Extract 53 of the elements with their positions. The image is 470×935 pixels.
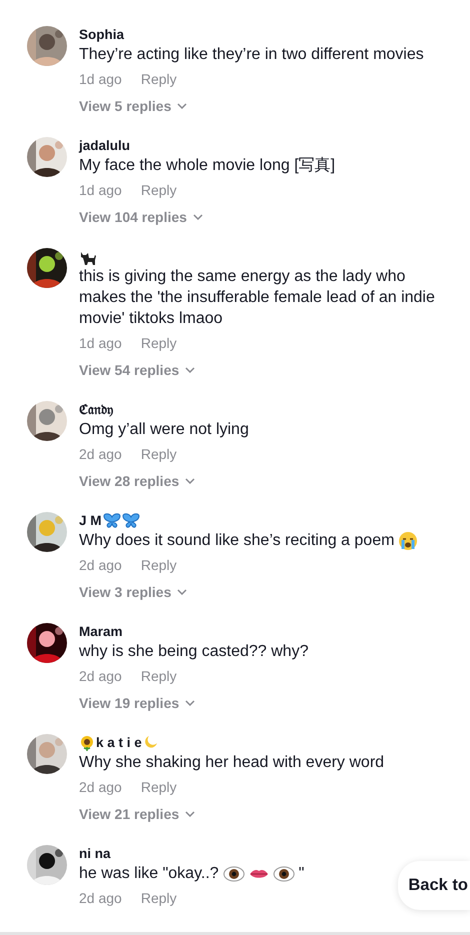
chevron-down-icon [185, 478, 196, 484]
timestamp: 1d ago [79, 70, 122, 88]
view-replies-link[interactable]: View 21 replies [79, 805, 180, 823]
timestamp: 2d ago [79, 556, 122, 574]
timestamp: 2d ago [79, 889, 122, 907]
eye-icon [222, 866, 245, 882]
username: k a t i e [96, 734, 142, 752]
timestamp: 1d ago [79, 181, 122, 199]
username: jadalulu [79, 137, 130, 155]
butterfly-icon [102, 513, 121, 529]
username: J M [79, 512, 102, 530]
username: ℭ𝔞𝔫𝔡𝔶 [79, 401, 113, 419]
view-replies-link[interactable]: View 3 replies [79, 583, 172, 601]
reply-link[interactable]: Reply [140, 778, 177, 796]
eye-icon [272, 866, 295, 882]
comment-text: Why she shaking her head with every word [79, 753, 386, 773]
chevron-down-icon [185, 700, 196, 706]
comment-text: why is she being casted?? why? [79, 642, 310, 662]
reply-link[interactable]: Reply [140, 556, 177, 574]
timestamp: 2d ago [79, 445, 122, 463]
view-replies-link[interactable]: View 28 replies [79, 472, 180, 490]
reply-link[interactable]: Reply [140, 334, 177, 352]
reply-link[interactable]: Reply [140, 70, 177, 88]
username: Maram [79, 623, 123, 641]
crying-face-icon [398, 530, 418, 550]
chevron-down-icon [177, 589, 188, 595]
comment-text: he was like "okay..? [79, 864, 219, 884]
comment-text: Why does it sound like she’s reciting a poem [79, 531, 394, 551]
view-replies-link[interactable]: View 5 replies [79, 97, 172, 115]
view-replies-link[interactable]: View 104 replies [79, 208, 187, 226]
timestamp: 1d ago [79, 334, 122, 352]
reply-link[interactable]: Reply [140, 181, 177, 199]
reply-link[interactable]: Reply [140, 889, 177, 907]
username: ni na [79, 845, 111, 863]
comment-text: this is giving the same energy as the lady who makes the 'the insufferable female lead of an indie movie' tiktoks lmaoo [79, 267, 436, 329]
chevron-down-icon [192, 214, 203, 220]
comment-text: My face the whole movie long [写真] [79, 156, 336, 176]
chevron-down-icon [185, 811, 196, 817]
timestamp: 2d ago [79, 667, 122, 685]
timestamp: 2d ago [79, 778, 122, 796]
comment-text: " [298, 864, 304, 884]
butterfly-icon [122, 513, 140, 529]
view-replies-link[interactable]: View 19 replies [79, 694, 180, 712]
comment-text: Omg y’all were not lying [79, 420, 250, 440]
comment-text: They’re acting like they’re in two different movies [79, 45, 425, 65]
view-replies-link[interactable]: View 54 replies [79, 361, 180, 379]
back-to-top-button[interactable]: Back to [398, 861, 470, 910]
chevron-down-icon [177, 103, 188, 109]
reply-link[interactable]: Reply [140, 445, 177, 463]
username: Sophia [79, 26, 124, 44]
chevron-down-icon [185, 367, 196, 373]
sunflower-icon [79, 735, 95, 751]
reply-link[interactable]: Reply [140, 667, 177, 685]
